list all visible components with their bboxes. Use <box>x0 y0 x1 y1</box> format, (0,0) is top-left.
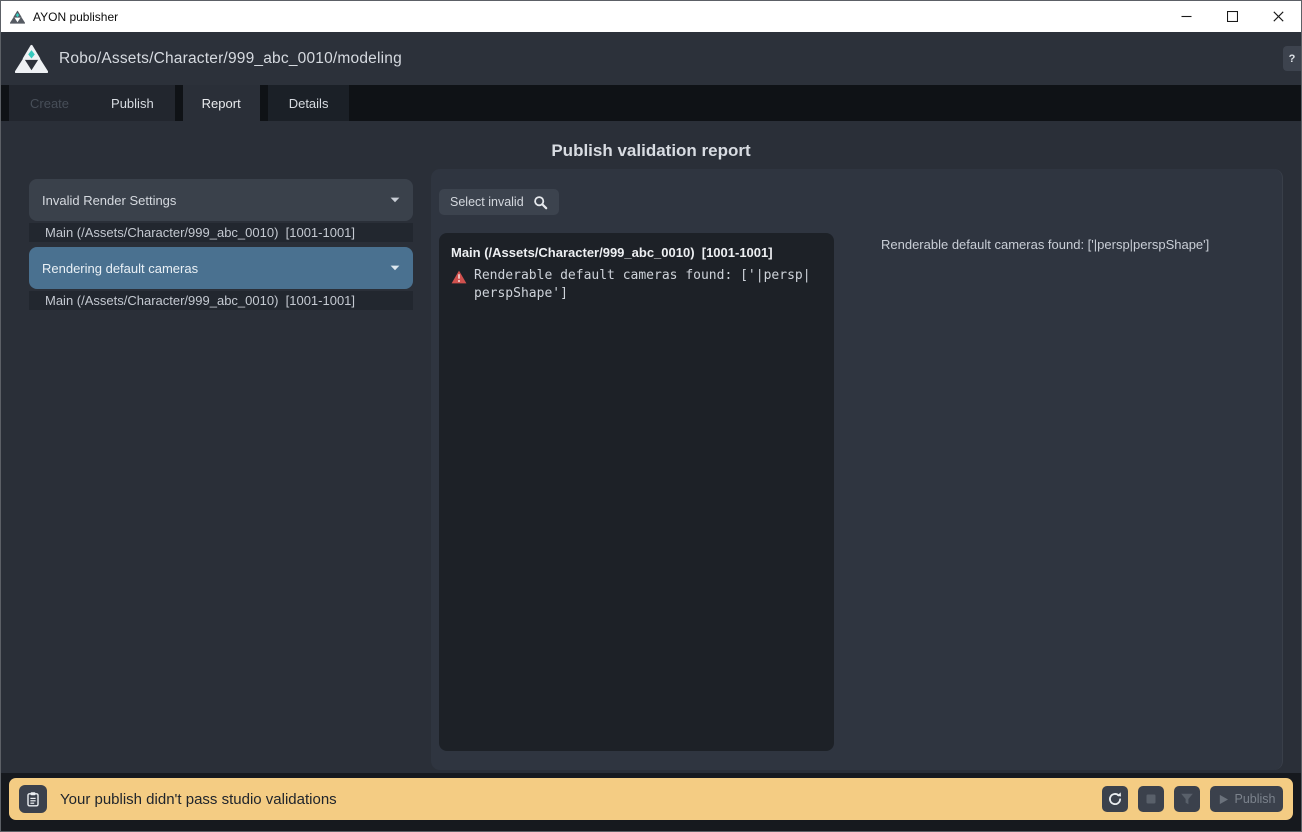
maximize-button[interactable] <box>1209 1 1255 32</box>
validate-filter-button[interactable] <box>1174 786 1200 812</box>
publish-button[interactable]: Publish <box>1210 786 1283 812</box>
error-detail-card: Main (/Assets/Character/999_abc_0010) [1… <box>439 233 834 751</box>
titlebar: AYON publisher <box>1 1 1301 32</box>
error-message: Renderable default cameras found: ['|per… <box>474 267 814 303</box>
select-invalid-label: Select invalid <box>450 195 524 209</box>
page-title: Publish validation report <box>1 141 1301 161</box>
error-row: Renderable default cameras found: ['|per… <box>451 269 822 303</box>
stop-button[interactable] <box>1138 786 1164 812</box>
chevron-down-icon <box>390 197 400 203</box>
chevron-down-icon <box>390 265 400 271</box>
maximize-icon <box>1227 11 1238 22</box>
tab-report[interactable]: Report <box>183 85 260 121</box>
close-button[interactable] <box>1255 1 1301 32</box>
refresh-button[interactable] <box>1102 786 1128 812</box>
validation-message-bar: Your publish didn't pass studio validati… <box>9 778 1293 820</box>
tab-group-create-publish: Create Publish <box>9 85 175 121</box>
select-invalid-button[interactable]: Select invalid <box>439 189 559 215</box>
instance-item[interactable]: Main (/Assets/Character/999_abc_0010) [1… <box>29 223 413 242</box>
error-description: Renderable default cameras found: ['|per… <box>881 237 1209 252</box>
validation-group-invalid-render-settings[interactable]: Invalid Render Settings <box>29 179 413 221</box>
validation-group-list: Invalid Render Settings Main (/Assets/Ch… <box>29 179 413 310</box>
window-controls <box>1163 1 1301 32</box>
search-icon <box>533 195 548 210</box>
close-icon <box>1273 11 1284 22</box>
error-instance-title: Main (/Assets/Character/999_abc_0010) [1… <box>451 245 822 260</box>
minimize-button[interactable] <box>1163 1 1209 32</box>
validation-detail-panel: Select invalid Main (/Assets/Character/9… <box>431 169 1283 770</box>
stop-icon <box>1144 792 1158 806</box>
context-header: Robo/Assets/Character/999_abc_0010/model… <box>1 32 1301 85</box>
footer-actions: Publish <box>1102 786 1283 812</box>
filter-icon <box>1180 792 1194 806</box>
footer: Your publish didn't pass studio validati… <box>1 773 1301 831</box>
play-icon <box>1218 794 1229 805</box>
ayon-logo <box>15 44 48 73</box>
clipboard-icon <box>25 791 41 807</box>
copy-report-button[interactable] <box>19 785 47 813</box>
validation-group-rendering-default-cameras[interactable]: Rendering default cameras <box>29 247 413 289</box>
report-page: Publish validation report Invalid Render… <box>1 121 1301 773</box>
help-button[interactable]: ? <box>1283 46 1301 71</box>
tab-create[interactable]: Create <box>9 85 90 121</box>
minimize-icon <box>1181 11 1192 22</box>
tab-bar: Create Publish Report Details <box>1 85 1301 121</box>
app-icon <box>10 10 25 24</box>
window-title: AYON publisher <box>33 10 118 24</box>
validation-group-label: Rendering default cameras <box>42 261 198 276</box>
refresh-icon <box>1107 791 1123 807</box>
validation-group-label: Invalid Render Settings <box>42 193 176 208</box>
tab-publish[interactable]: Publish <box>90 85 175 121</box>
context-breadcrumb: Robo/Assets/Character/999_abc_0010/model… <box>59 50 402 68</box>
tab-details[interactable]: Details <box>268 85 350 121</box>
warning-icon <box>451 270 467 284</box>
ayon-publisher-window: AYON publisher Robo/Ass <box>0 0 1302 832</box>
publish-label: Publish <box>1235 792 1276 806</box>
validation-message: Your publish didn't pass studio validati… <box>60 791 337 808</box>
instance-item[interactable]: Main (/Assets/Character/999_abc_0010) [1… <box>29 291 413 310</box>
